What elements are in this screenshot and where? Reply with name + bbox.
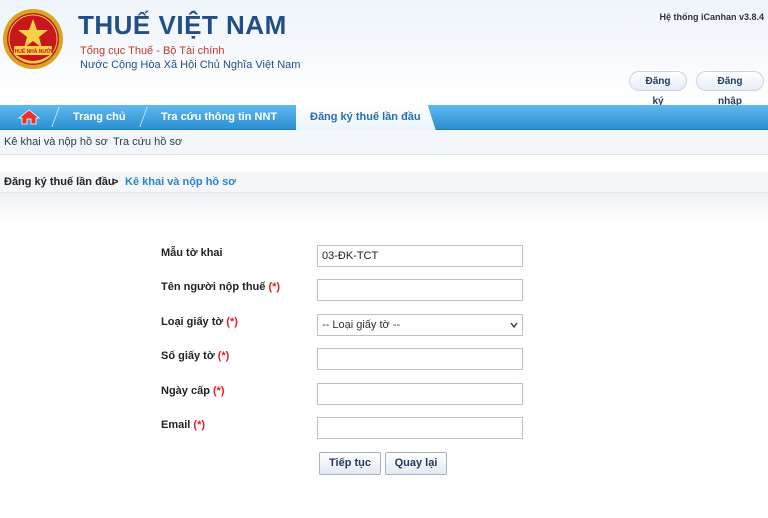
subnav-lookup-records[interactable]: Tra cứu hồ sơ xyxy=(113,130,182,154)
site-header: THUẾ NHÀ NƯỚC THUẾ VIỆT NAM Tổng cục Thu… xyxy=(0,0,768,107)
system-version: Hệ thống iCanhan v3.8.4 xyxy=(659,12,764,22)
document-number-input[interactable] xyxy=(317,348,523,370)
continue-button[interactable]: Tiếp tục xyxy=(319,452,381,475)
document-type-selected: -- Loại giấy tờ -- xyxy=(322,319,401,331)
subnav-declare-submit[interactable]: Kê khai và nộp hồ sơ xyxy=(4,130,108,154)
login-button[interactable]: Đăng nhập xyxy=(696,71,764,107)
emblem-text: THUẾ NHÀ NƯỚC xyxy=(12,47,55,55)
issue-date-input[interactable] xyxy=(317,383,523,405)
label-taxpayer-name: Tên người nộp thuế (*) xyxy=(161,281,281,293)
breadcrumb: Đăng ký thuế lần đầu > Kê khai và nộp hồ… xyxy=(0,172,768,193)
back-button[interactable]: Quay lại xyxy=(385,452,447,475)
brand-subtitle-ministry: Tổng cục Thuế - Bộ Tài chính xyxy=(80,45,225,57)
home-icon[interactable] xyxy=(18,109,40,125)
breadcrumb-separator: > xyxy=(112,176,119,188)
breadcrumb-current: Kê khai và nộp hồ sơ xyxy=(125,176,237,188)
document-type-select[interactable]: -- Loại giấy tờ -- xyxy=(317,314,523,336)
register-button[interactable]: Đăng ký xyxy=(629,71,687,107)
form-template-input[interactable] xyxy=(317,245,523,267)
taxpayer-name-input[interactable] xyxy=(317,279,523,301)
label-document-type: Loại giấy tờ (*) xyxy=(161,316,238,328)
label-email: Email (*) xyxy=(161,419,206,431)
required-mark: (*) xyxy=(217,350,230,362)
breadcrumb-root[interactable]: Đăng ký thuế lần đầu xyxy=(4,172,115,192)
label-document-number: Số giấy tờ (*) xyxy=(161,350,230,362)
required-mark: (*) xyxy=(212,385,225,397)
chevron-down-icon xyxy=(510,322,518,329)
national-emblem-icon: THUẾ NHÀ NƯỚC xyxy=(3,9,63,69)
required-mark: (*) xyxy=(226,316,238,328)
label-form-template: Mẫu tờ khai xyxy=(161,247,223,259)
nav-separator xyxy=(139,107,148,127)
email-input[interactable] xyxy=(317,417,523,439)
brand-title: THUẾ VIỆT NAM xyxy=(78,10,287,40)
brand-subtitle-country: Nước Cộng Hòa Xã Hội Chủ Nghĩa Việt Nam xyxy=(80,59,301,71)
nav-home-link[interactable]: Trang chủ xyxy=(73,105,126,129)
sub-navbar: Kê khai và nộp hồ sơ Tra cứu hồ sơ xyxy=(0,130,768,155)
label-issue-date: Ngày cấp (*) xyxy=(161,385,225,397)
nav-tax-lookup[interactable]: Tra cứu thông tin NNT xyxy=(161,105,277,129)
nav-first-registration[interactable]: Đăng ký thuế lần đầu xyxy=(310,105,421,129)
required-mark: (*) xyxy=(193,419,206,431)
nav-separator xyxy=(51,107,60,127)
main-navbar: Trang chủ Tra cứu thông tin NNT Đăng ký … xyxy=(0,105,768,131)
required-mark: (*) xyxy=(268,281,281,293)
